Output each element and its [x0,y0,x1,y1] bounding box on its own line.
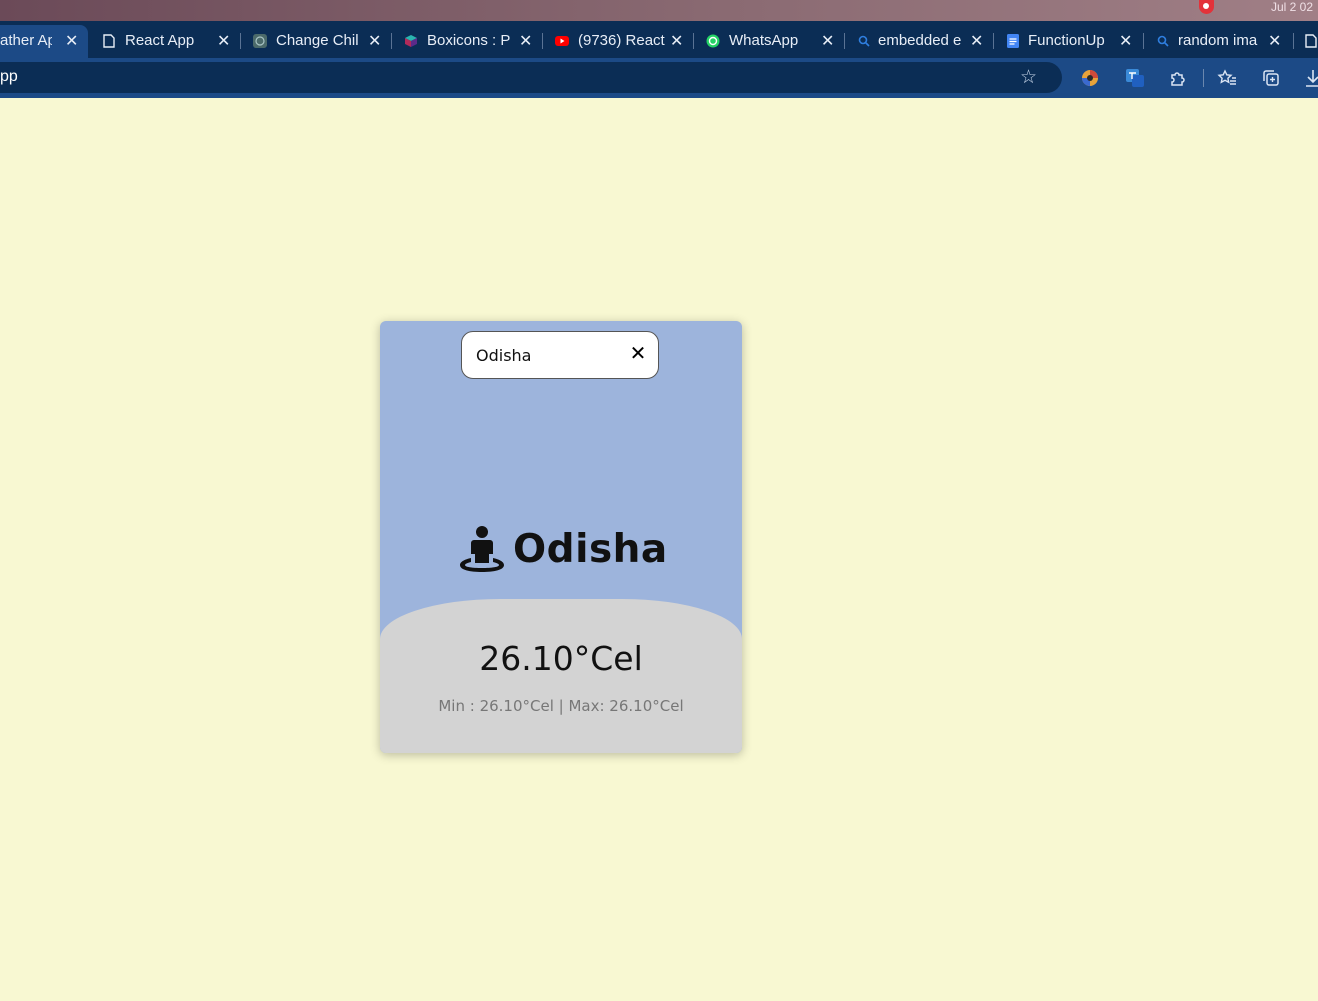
tab-separator [542,33,543,49]
tab-close-icon[interactable]: ✕ [670,31,683,51]
collections-icon[interactable] [1261,68,1281,88]
tab-separator [1293,33,1294,49]
tab-change-child[interactable]: Change Chil ✕ [243,25,391,58]
tab-react-app[interactable]: React App ✕ [92,25,240,58]
anydesk-indicator-icon[interactable] [1199,0,1214,14]
tab-functionup[interactable]: FunctionUp ✕ [996,25,1144,58]
page-icon [103,34,115,48]
tab-embedded[interactable]: embedded e ✕ [847,25,995,58]
tab-separator [240,33,241,49]
tab-title: FunctionUp [1028,32,1105,49]
min-max-temperature: Min : 26.10°Cel | Max: 26.10°Cel [438,697,684,715]
extensions-puzzle-icon[interactable] [1168,68,1188,88]
tab-close-icon[interactable]: ✕ [519,31,532,51]
clear-search-icon[interactable]: ✕ [628,343,648,363]
current-temperature: 26.10°Cel [479,639,643,678]
tab-boxicons[interactable]: Boxicons : P ✕ [394,25,542,58]
browser-tab-strip: ather App ✕ React App ✕ Change Chil ✕ Bo… [0,21,1318,58]
chatgpt-icon [253,34,267,48]
toolbar-divider [1203,69,1204,87]
tab-title: ather App [0,32,52,49]
address-bar[interactable]: pp ☆ [0,62,1062,93]
tab-title: Change Chil [276,32,359,49]
search-icon [1157,35,1169,47]
os-top-bar: Jul 2 02 [0,0,1318,21]
download-icon[interactable] [1303,68,1318,88]
tab-close-icon[interactable]: ✕ [1119,31,1132,51]
tab-title: WhatsApp [729,32,799,49]
tab-close-icon[interactable]: ✕ [970,31,983,51]
search-icon [858,35,870,47]
tab-overflow[interactable] [1296,25,1318,58]
tab-separator [1143,33,1144,49]
tab-title: Boxicons : P [427,32,511,49]
bookmark-star-icon[interactable]: ☆ [1020,66,1037,88]
address-url[interactable]: pp [0,68,18,86]
city-search-input[interactable] [476,344,616,366]
tab-weather-app[interactable]: ather App ✕ [0,25,88,58]
tab-close-icon[interactable]: ✕ [1268,31,1281,51]
tab-whatsapp[interactable]: WhatsApp ✕ [696,25,844,58]
tab-separator [844,33,845,49]
weather-card: ✕ Odisha 26.10°Cel Min : 26.10°Cel | Max… [380,321,742,753]
youtube-icon [555,36,569,46]
tab-title: React App [125,32,195,49]
tab-title: (9736) React [578,32,665,49]
color-extension-icon[interactable] [1080,68,1100,88]
favorites-icon[interactable] [1217,68,1237,88]
page-icon [1305,34,1317,48]
tab-title: random ima [1178,32,1258,49]
tab-close-icon[interactable]: ✕ [65,31,78,51]
translate-extension-icon[interactable] [1125,68,1145,88]
whatsapp-icon [706,34,720,48]
tab-title: embedded e [878,32,962,49]
temperature-panel: 26.10°Cel Min : 26.10°Cel | Max: 26.10°C… [380,599,742,753]
tab-separator [993,33,994,49]
tab-close-icon[interactable]: ✕ [217,31,230,51]
tab-separator [391,33,392,49]
city-name: Odisha [513,526,668,572]
street-view-icon [460,526,504,572]
tab-random-image[interactable]: random ima ✕ [1146,25,1294,58]
tab-close-icon[interactable]: ✕ [821,31,834,51]
tab-separator [693,33,694,49]
city-search-box[interactable]: ✕ [461,331,659,379]
city-heading: Odisha [459,521,668,577]
tab-close-icon[interactable]: ✕ [368,31,381,51]
browser-toolbar: pp ☆ [0,58,1318,98]
os-clock[interactable]: Jul 2 02 [1271,0,1313,14]
boxicons-icon [405,35,417,47]
tab-youtube[interactable]: (9736) React ✕ [545,25,693,58]
docs-icon [1007,34,1019,48]
